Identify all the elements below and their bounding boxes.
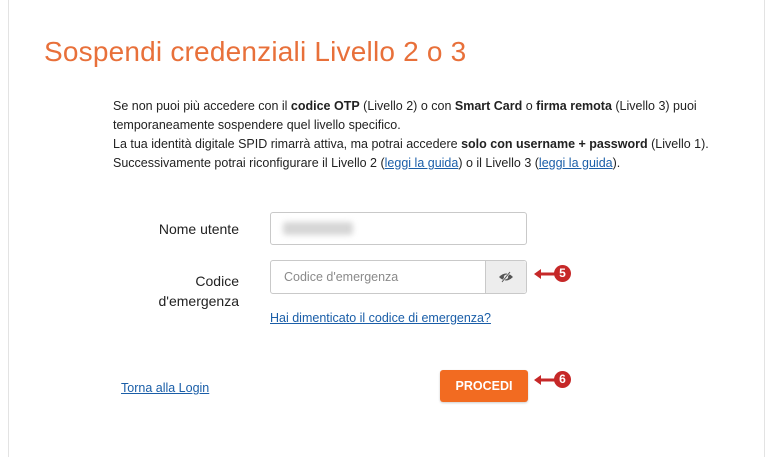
description-line-2: temporaneamente sospendere quel livello …	[113, 118, 401, 132]
description-line-4: Successivamente potrai riconfigurare il …	[113, 156, 621, 170]
code-label: Codice d'emergenza	[158, 273, 240, 309]
arrow-left-icon	[534, 268, 555, 279]
username-input[interactable]	[270, 212, 527, 245]
forgot-code-link[interactable]: Hai dimenticato il codice di emergenza?	[270, 311, 491, 325]
proceed-button[interactable]: PROCEDI	[440, 370, 528, 402]
main-card: Sospendi credenziali Livello 2 o 3 Se no…	[8, 0, 765, 457]
back-to-login-link[interactable]: Torna alla Login	[121, 381, 209, 395]
description-line-3: La tua identità digitale SPID rimarrà at…	[113, 137, 709, 151]
page-title: Sospendi credenziali Livello 2 o 3	[44, 36, 467, 67]
annotation-badge: 6	[554, 371, 571, 388]
description-line-1: Se non puoi più accedere con il codice O…	[113, 99, 697, 113]
emergency-code-input[interactable]: Codice d'emergenza	[270, 260, 527, 294]
emergency-code-placeholder: Codice d'emergenza	[284, 270, 399, 284]
annotation-6: 6	[534, 371, 571, 388]
eye-hide-icon	[499, 271, 513, 283]
description: Se non puoi più accedere con il codice O…	[113, 97, 763, 173]
username-value-blurred	[283, 222, 353, 235]
guide-link-level-3[interactable]: leggi la guida	[539, 156, 613, 170]
toggle-visibility-button[interactable]	[485, 261, 526, 293]
username-label: Nome utente	[158, 221, 239, 237]
annotation-badge: 5	[554, 265, 571, 282]
guide-link-level-2[interactable]: leggi la guida	[385, 156, 459, 170]
annotation-5: 5	[534, 265, 571, 282]
arrow-left-icon	[534, 374, 555, 385]
